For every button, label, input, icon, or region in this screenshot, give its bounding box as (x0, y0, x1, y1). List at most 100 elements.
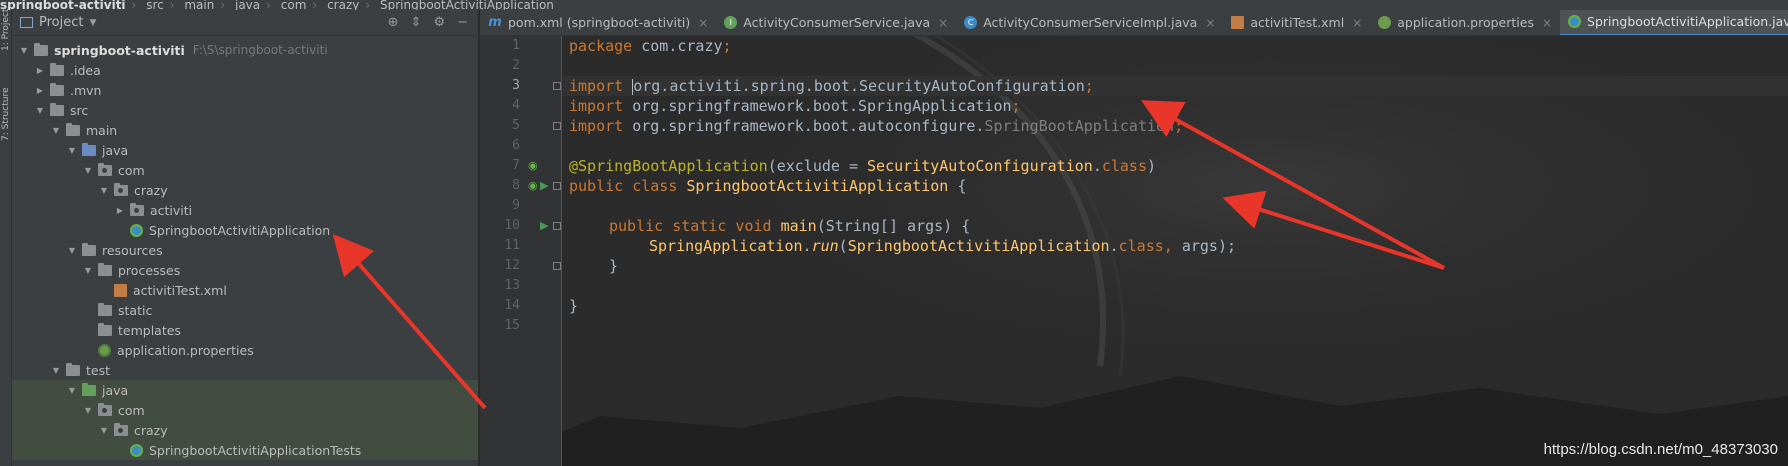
breadcrumb-item-project[interactable]: springboot-activiti (0, 0, 126, 10)
tree-item[interactable]: ▶ .idea (12, 60, 478, 80)
project-panel-title[interactable]: Project (39, 15, 83, 30)
close-tab-icon[interactable]: × (1205, 16, 1215, 30)
properties-icon (1378, 16, 1392, 29)
hide-icon[interactable]: − (457, 15, 468, 30)
fold-marker-icon[interactable] (553, 182, 561, 190)
breadcrumb-item-com[interactable]: com (281, 0, 307, 10)
tree-item[interactable]: ▼ com (12, 160, 478, 180)
editor-tab-label: SpringbootActivitiApplication.java (1587, 14, 1788, 29)
tree-item[interactable]: ▶static (12, 300, 478, 320)
expand-down-icon[interactable]: ▼ (18, 46, 30, 55)
editor-tab[interactable]: I ActivityConsumerService.java × (716, 10, 956, 35)
editor-tab[interactable]: SpringbootActivitiApplication.java× (1560, 10, 1788, 35)
structure-tool-button[interactable]: 7: Structure (1, 88, 11, 142)
breadcrumb-item-class[interactable]: SpringbootActivitiApplication (380, 0, 554, 10)
source-folder-icon (82, 142, 96, 156)
expand-down-icon[interactable]: ▼ (66, 146, 78, 155)
tree-item[interactable]: ▶ .mvn (12, 80, 478, 100)
tree-item[interactable]: ▼ crazy (12, 420, 478, 440)
code-editor[interactable]: 1 2 3 4 5 6 7 8 9 10 11 12 13 14 15 ◉ ◉ ▶ ▶ package com.cr… (480, 36, 1788, 466)
expand-down-icon[interactable]: ▼ (82, 406, 94, 415)
expand-down-icon[interactable]: ▼ (50, 126, 62, 135)
editor-gutter: 1 2 3 4 5 6 7 8 9 10 11 12 13 14 15 ◉ ◉ ▶ ▶ (480, 36, 562, 466)
xml-file-icon (114, 283, 127, 297)
line-number: 12 (504, 258, 520, 273)
fold-marker-icon[interactable] (553, 82, 561, 90)
tree-item-label: activiti (150, 202, 193, 218)
tree-item-label: crazy (134, 422, 168, 438)
breadcrumb-item-src[interactable]: src (146, 0, 164, 10)
fold-marker-icon[interactable] (553, 262, 561, 270)
run-icon[interactable]: ▶ (540, 216, 548, 236)
expand-down-icon[interactable]: ▼ (98, 186, 110, 195)
xml-icon (1231, 16, 1245, 29)
tree-item[interactable]: ▶ activiti (12, 200, 478, 220)
fold-marker-icon[interactable] (553, 122, 561, 130)
expand-right-icon[interactable]: ▶ (34, 86, 46, 95)
tree-item[interactable]: ▼ java (12, 380, 478, 400)
editor-tab[interactable]: C ActivityConsumerServiceImpl.java × (956, 10, 1223, 35)
editor-tab[interactable]: m pom.xml (springboot-activiti) × (480, 10, 716, 35)
code-line-14: } (569, 297, 579, 315)
tree-item[interactable]: ▼ resources (12, 240, 478, 260)
code-line-1: package com.crazy; (569, 37, 732, 55)
tree-item[interactable]: ▼ main (12, 120, 478, 140)
breadcrumb-item-java[interactable]: java (235, 0, 260, 10)
expand-down-icon[interactable]: ▼ (82, 166, 94, 175)
locate-icon[interactable]: ⊕ (388, 15, 399, 30)
tree-item-label: resources (102, 242, 163, 258)
line-number: 3 (512, 78, 520, 93)
tree-item[interactable]: ▼ springboot-activiti F:\S\springboot-acti… (12, 40, 478, 60)
expand-down-icon[interactable]: ▼ (66, 386, 78, 395)
tree-item[interactable]: ▶templates (12, 320, 478, 340)
editor-tab[interactable]: activitiTest.xml × (1223, 10, 1370, 35)
tree-item[interactable]: ▶application.properties (12, 340, 478, 360)
editor-tab[interactable]: application.properties × (1370, 10, 1560, 35)
code-line-5: import org.springframework.boot.autoconf… (569, 117, 1184, 135)
tree-item[interactable]: ▼ test (12, 360, 478, 380)
package-icon (98, 402, 112, 416)
line-number: 11 (504, 238, 520, 253)
close-tab-icon[interactable]: × (938, 16, 948, 30)
breadcrumb-item-main[interactable]: main (184, 0, 214, 10)
run-icon[interactable]: ▶ (540, 176, 548, 196)
close-tab-icon[interactable]: × (1542, 16, 1552, 30)
tree-item-label: test (86, 362, 111, 378)
expand-down-icon[interactable]: ▼ (50, 366, 62, 375)
package-icon (114, 422, 128, 436)
breadcrumb-item-crazy[interactable]: crazy (327, 0, 359, 10)
tree-item[interactable]: ▼ src (12, 100, 478, 120)
expand-down-icon[interactable]: ▼ (98, 426, 110, 435)
tree-item[interactable]: ▼ crazy (12, 180, 478, 200)
close-tab-icon[interactable]: × (698, 16, 708, 30)
expand-right-icon[interactable]: ▶ (114, 206, 126, 215)
expand-down-icon[interactable]: ▼ (34, 106, 46, 115)
fold-marker-icon[interactable] (553, 222, 561, 230)
line-number: 8 (512, 178, 520, 193)
watermark-text: https://blog.csdn.net/m0_48373030 (1543, 441, 1778, 458)
close-tab-icon[interactable]: × (1352, 16, 1362, 30)
tree-item-label: src (70, 102, 89, 118)
project-icon (20, 17, 33, 28)
chevron-down-icon[interactable]: ▼ (89, 18, 96, 28)
collapse-all-icon[interactable]: ⇕ (411, 15, 422, 30)
properties-file-icon (98, 343, 111, 357)
tree-item-label: com (118, 402, 145, 418)
tree-item[interactable]: ▶activitiTest.xml (12, 280, 478, 300)
expand-down-icon[interactable]: ▼ (82, 266, 94, 275)
tree-item[interactable]: ▼ processes (12, 260, 478, 280)
tree-item-label: crazy (134, 182, 168, 198)
project-tool-button[interactable]: 1: Project (1, 9, 11, 51)
expand-right-icon[interactable]: ▶ (34, 66, 46, 75)
folder-icon (98, 262, 112, 276)
expand-down-icon[interactable]: ▼ (66, 246, 78, 255)
tree-item[interactable]: ▶SpringbootActivitiApplication (12, 220, 478, 240)
code-line-3: import org.activiti.spring.boot.Security… (569, 77, 1094, 95)
spring-bean-gutter-icon[interactable]: ◉ (528, 156, 538, 176)
spring-bean-gutter-icon[interactable]: ◉ (528, 176, 538, 196)
folder-icon (50, 102, 64, 116)
tree-item[interactable]: ▼ com (12, 400, 478, 420)
gear-icon[interactable]: ⚙ (433, 15, 445, 30)
tree-item[interactable]: ▶SpringbootActivitiApplicationTests (12, 440, 478, 460)
tree-item[interactable]: ▼ java (12, 140, 478, 160)
